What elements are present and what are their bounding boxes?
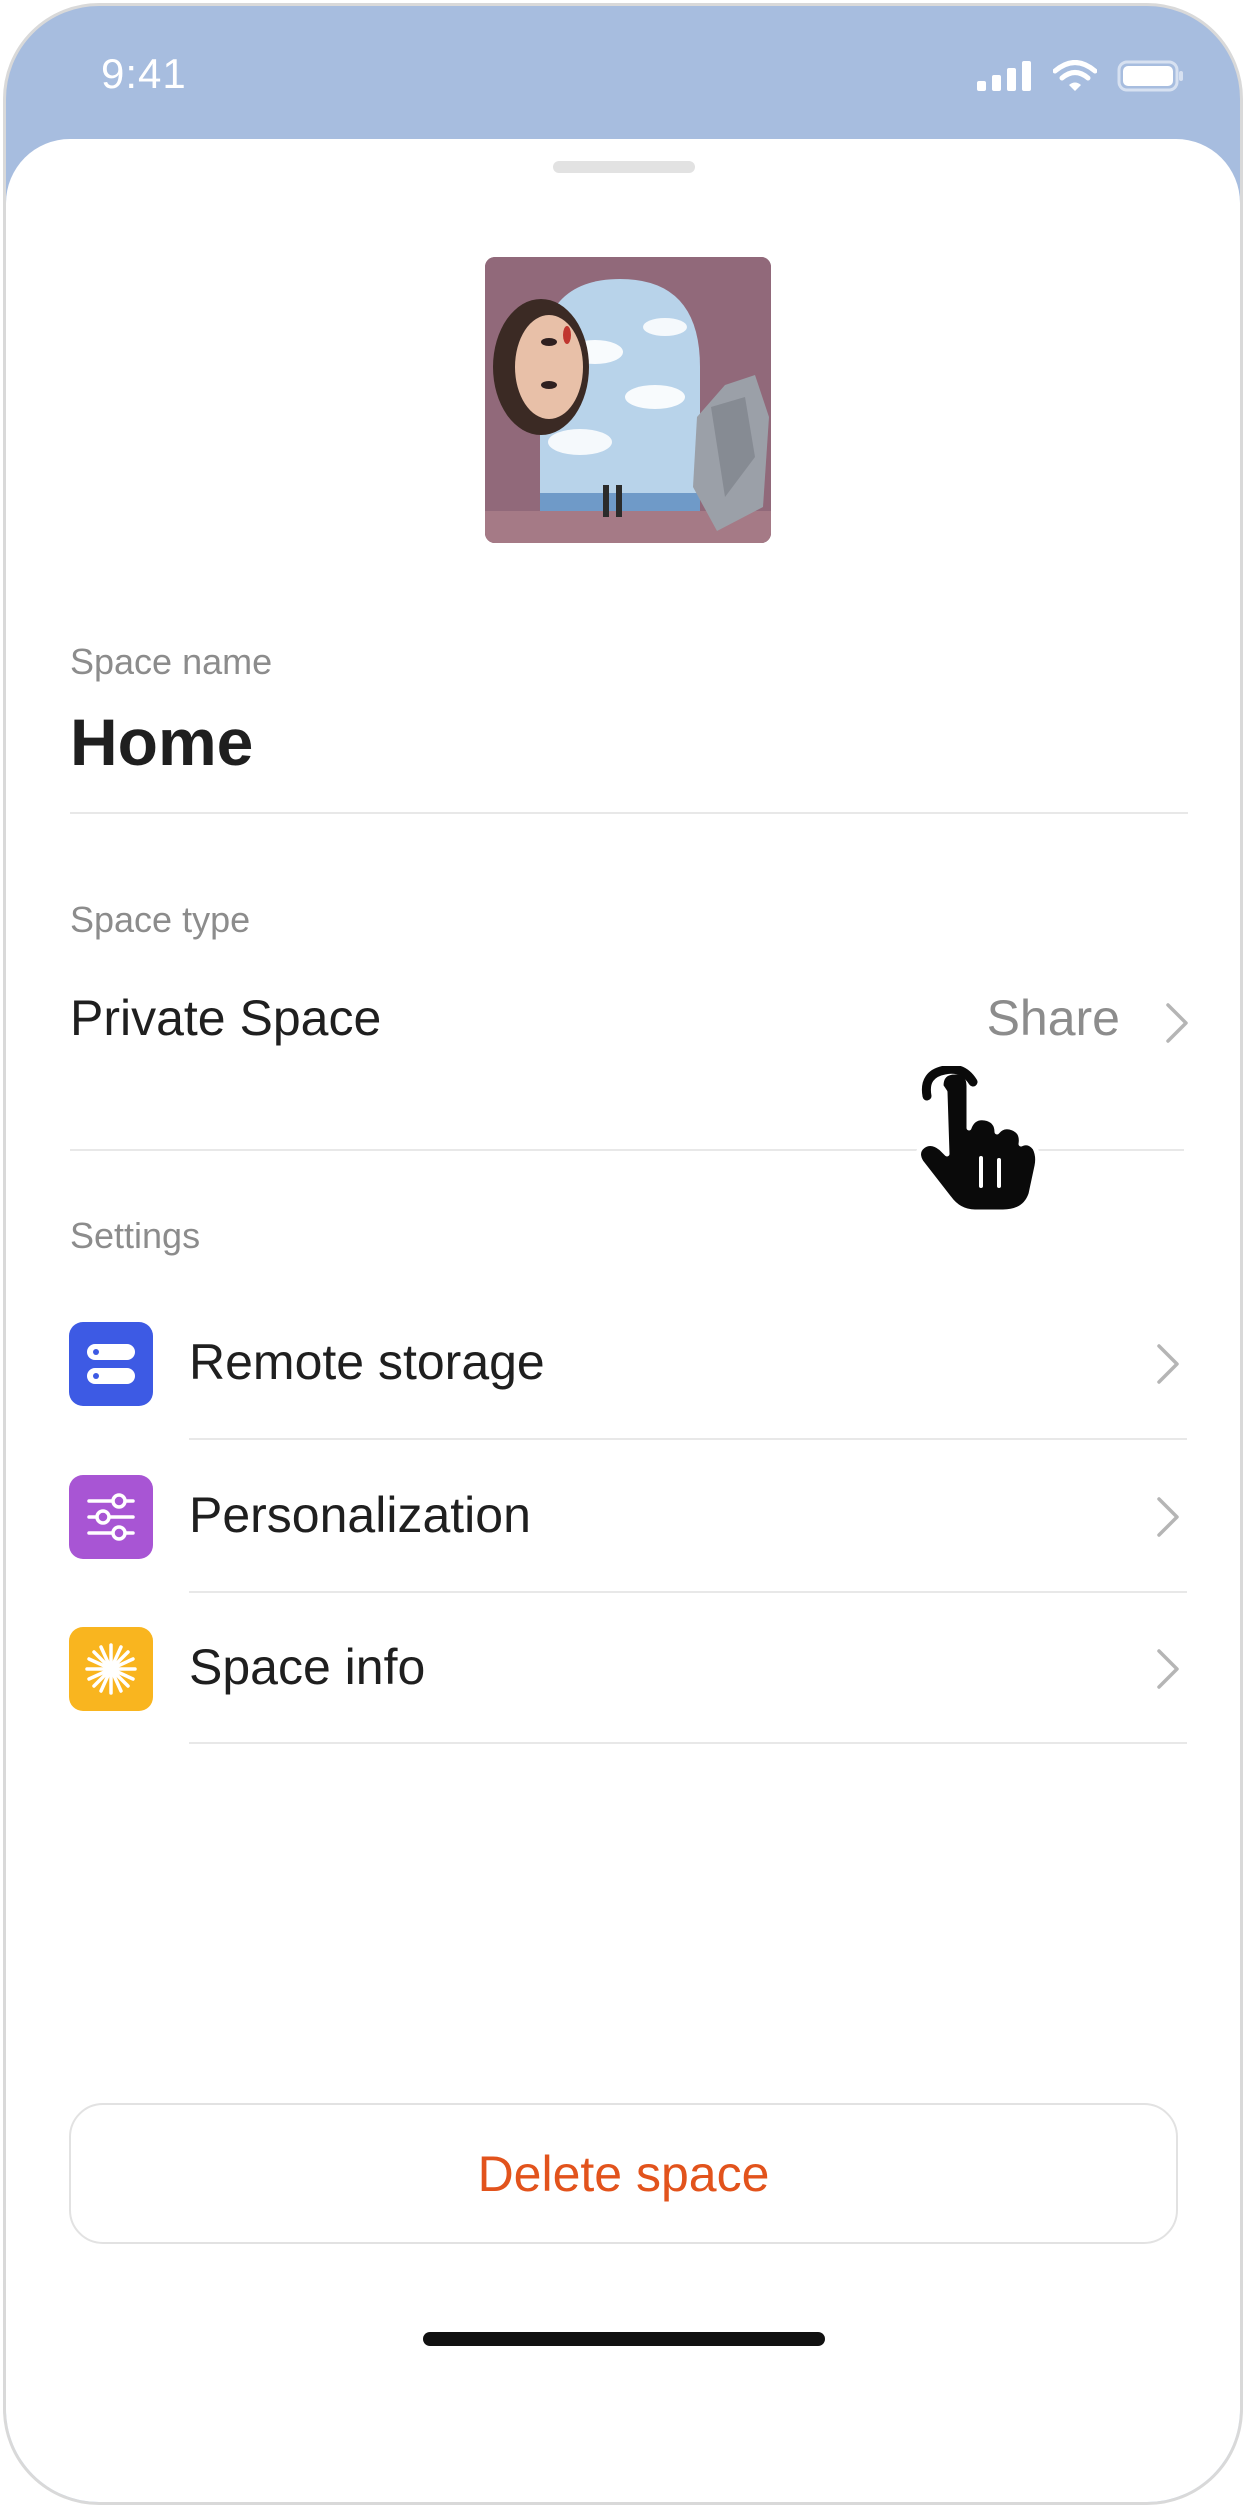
chevron-right-icon (1157, 1649, 1179, 1689)
wifi-icon (1053, 60, 1097, 91)
share-button[interactable]: Share (987, 989, 1120, 1047)
sparkle-icon (69, 1627, 153, 1711)
home-indicator[interactable] (423, 2332, 825, 2346)
settings-item-label: Personalization (189, 1487, 531, 1543)
status-time: 9:41 (101, 50, 187, 97)
settings-item-space-info[interactable]: Space info (6, 1594, 1240, 1744)
chevron-right-icon (1166, 1003, 1188, 1043)
settings-item-remote-storage[interactable]: Remote storage (6, 1289, 1240, 1439)
delete-space-button[interactable]: Delete space (69, 2103, 1178, 2244)
space-cover-image[interactable] (485, 257, 771, 543)
settings-item-label: Space info (189, 1639, 426, 1695)
sheet-grabber[interactable] (553, 161, 695, 173)
storage-icon (69, 1322, 153, 1406)
bottom-sheet: Space name Home Space type Private Space… (6, 139, 1240, 2502)
chevron-right-icon (1157, 1344, 1179, 1384)
signal-icon (977, 61, 1031, 91)
surreal-painting-image (485, 257, 771, 543)
settings-item-personalization[interactable]: Personalization (6, 1442, 1240, 1592)
space-type-label: Space type (70, 899, 251, 940)
chevron-right-icon (1157, 1497, 1179, 1537)
status-bar: 9:41 (6, 6, 1240, 146)
sliders-icon (69, 1475, 153, 1559)
divider (189, 1591, 1187, 1593)
divider (189, 1742, 1187, 1744)
hand-pointer-cursor-icon (915, 1066, 1041, 1215)
divider (189, 1438, 1187, 1440)
space-name-label: Space name (70, 641, 273, 682)
device-frame: 9:41 Space name Home Space type Private … (3, 3, 1243, 2505)
space-type-row[interactable]: Private Space Share (70, 959, 1190, 1079)
status-icons (977, 60, 1185, 92)
battery-icon (1117, 60, 1183, 92)
settings-item-label: Remote storage (189, 1334, 545, 1390)
space-type-value: Private Space (70, 990, 382, 1046)
settings-label: Settings (70, 1215, 201, 1256)
space-name-value[interactable]: Home (70, 704, 253, 780)
divider (70, 812, 1188, 814)
